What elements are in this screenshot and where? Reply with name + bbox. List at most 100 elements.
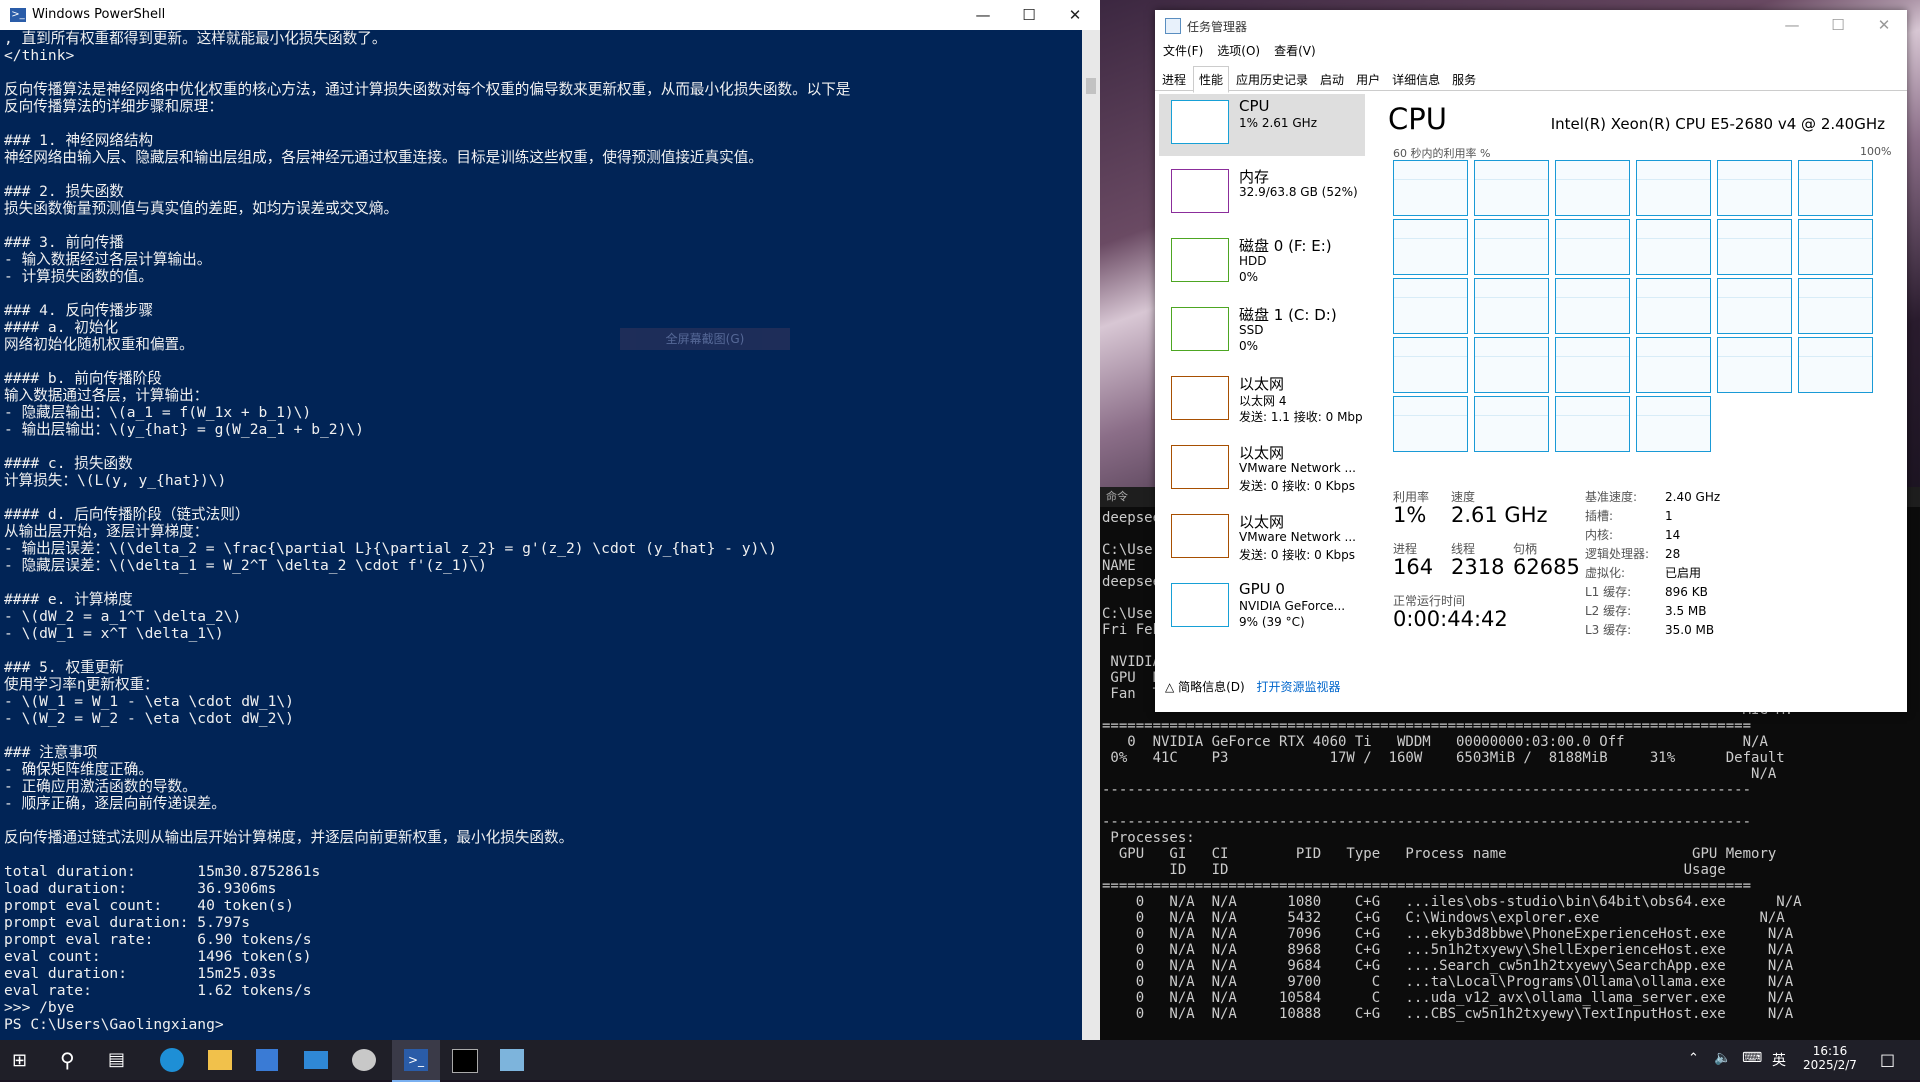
core-graph — [1717, 278, 1792, 334]
close-button[interactable]: ✕ — [1861, 10, 1907, 40]
powershell-titlebar[interactable]: >_ Windows PowerShell — ☐ ✕ — [0, 0, 1100, 30]
speed-value: 2.61 GHz — [1451, 503, 1548, 527]
chevron-up-icon[interactable]: ⌃ — [1688, 1051, 1699, 1066]
keyboard-icon[interactable]: ⌨ — [1742, 1050, 1762, 1066]
core-graph — [1393, 278, 1468, 334]
file-explorer-icon[interactable] — [208, 1050, 232, 1070]
core-graph — [1474, 278, 1549, 334]
console-line: prompt eval rate: 6.90 tokens/s — [4, 931, 312, 948]
resource-item[interactable]: 磁盘 1 (C: D:) SSD 0% — [1159, 301, 1365, 363]
clock[interactable]: 16:16 2025/2/7 — [1800, 1044, 1860, 1072]
close-button[interactable]: ✕ — [1052, 0, 1098, 30]
resource-item[interactable]: CPU 1% 2.61 GHz — [1159, 94, 1365, 156]
console-line: - \(dW_1 = x^T \delta_1\) — [4, 625, 224, 642]
tab-4[interactable]: 用户 — [1351, 67, 1385, 92]
task-manager-titlebar[interactable]: 任务管理器 — ☐ ✕ — [1155, 10, 1907, 40]
detail-value: 28 — [1665, 547, 1681, 561]
resource-thumbnail-graph — [1171, 445, 1229, 489]
tab-3[interactable]: 启动 — [1315, 67, 1349, 92]
cmd-line: 0 N/A N/A 1080 C+G ...iles\obs-studio\bi… — [1102, 894, 1802, 910]
footer: △ 简略信息(D) 打开资源监视器 — [1165, 678, 1341, 695]
minimize-button[interactable]: — — [960, 0, 1006, 30]
resource-item[interactable]: 以太网 VMware Network ... 发送: 0 接收: 0 Kbps — [1159, 439, 1365, 501]
minimize-button[interactable]: — — [1769, 10, 1815, 40]
obs-icon[interactable] — [352, 1049, 376, 1071]
ime-indicator[interactable]: 英 — [1772, 1050, 1786, 1070]
tab-0[interactable]: 进程 — [1157, 67, 1191, 92]
task-view-icon[interactable]: ▤ — [108, 1049, 125, 1070]
uptime-value: 0:00:44:42 — [1393, 607, 1508, 631]
tab-6[interactable]: 服务 — [1447, 67, 1481, 92]
store-icon[interactable] — [256, 1049, 278, 1071]
maximize-button[interactable]: ☐ — [1815, 10, 1861, 40]
thread-value: 2318 — [1451, 555, 1505, 579]
console-line: total duration: 15m30.8752861s — [4, 863, 321, 880]
core-graph — [1393, 396, 1468, 452]
tab-1[interactable]: 性能 — [1193, 66, 1230, 93]
resource-name: 以太网 — [1239, 513, 1285, 531]
core-graph — [1474, 396, 1549, 452]
cmd-icon[interactable] — [452, 1049, 478, 1073]
core-graph — [1636, 337, 1711, 393]
brief-info-button[interactable]: 简略信息(D) — [1178, 680, 1245, 694]
resource-item[interactable]: GPU 0 NVIDIA GeForce... 9% (39 °C) — [1159, 577, 1365, 639]
notification-icon[interactable]: □ — [1880, 1050, 1895, 1069]
core-graph — [1798, 160, 1873, 216]
mail-icon[interactable] — [304, 1051, 328, 1069]
console-line: ### 1. 神经网络结构 — [4, 132, 154, 149]
console-line: 反向传播通过链式法则从输出层开始计算梯度，并逐层向前更新权重，最小化损失函数。 — [4, 829, 574, 846]
resource-item[interactable]: 以太网 VMware Network ... 发送: 0 接收: 0 Kbps — [1159, 508, 1365, 570]
maximize-button[interactable]: ☐ — [1006, 0, 1052, 30]
menu-item[interactable]: 文件(F) — [1163, 44, 1203, 58]
util-value: 1% — [1393, 503, 1427, 527]
core-graph — [1798, 337, 1873, 393]
resource-monitor-link[interactable]: 打开资源监视器 — [1257, 680, 1341, 694]
scrollbar-thumb[interactable] — [1086, 78, 1096, 94]
resource-sub1: HDD — [1239, 254, 1267, 268]
tab-2[interactable]: 应用历史记录 — [1231, 67, 1313, 92]
cpu-model: Intel(R) Xeon(R) CPU E5-2680 v4 @ 2.40GH… — [1550, 115, 1885, 133]
powershell-window[interactable]: >_ Windows PowerShell — ☐ ✕ , 直到所有权重都得到更… — [0, 0, 1100, 1040]
detail-key: 逻辑处理器: — [1585, 547, 1650, 561]
detail-row: 基准速度: 2.40 GHz — [1585, 488, 1720, 505]
vertical-scrollbar[interactable] — [1082, 30, 1100, 1040]
console-output[interactable]: , 直到所有权重都得到更新。这样就能最小化损失函数了。 </think> 反向传播… — [4, 30, 1080, 1040]
chevron-up-icon[interactable]: △ — [1165, 680, 1174, 694]
detail-value: 896 KB — [1665, 585, 1708, 599]
tab-bar: 进程 性能 应用历史记录 启动 用户 详细信息 服务 — [1155, 66, 1907, 93]
tab-5[interactable]: 详细信息 — [1387, 67, 1445, 92]
resource-item[interactable]: 以太网 以太网 4 发送: 1.1 接收: 0 Mbp — [1159, 370, 1365, 432]
task-manager-icon[interactable] — [500, 1049, 524, 1071]
resource-item[interactable]: 内存 32.9/63.8 GB (52%) — [1159, 163, 1365, 225]
cmd-line — [1102, 798, 1918, 814]
core-graph-grid[interactable] — [1393, 160, 1883, 460]
core-graph — [1555, 396, 1630, 452]
resource-item[interactable]: 磁盘 0 (F: E:) HDD 0% — [1159, 232, 1365, 294]
detail-value: 1 — [1665, 509, 1673, 523]
cmd-line: ----------------------------------------… — [1102, 782, 1752, 798]
edge-icon[interactable] — [160, 1048, 184, 1072]
core-graph — [1555, 160, 1630, 216]
console-line: prompt eval duration: 5.797s — [4, 914, 251, 931]
task-manager-window[interactable]: 任务管理器 — ☐ ✕ 文件(F) 选项(O) 查看(V) 进程 性能 应用历史记录 启动… — [1155, 10, 1907, 712]
detail-value: 14 — [1665, 528, 1681, 542]
console-line: - 计算损失函数的值。 — [4, 268, 153, 285]
menu-item[interactable]: 选项(O) — [1217, 44, 1260, 58]
cmd-line: ----------------------------------------… — [1102, 814, 1752, 830]
start-button[interactable]: ⊞ — [12, 1050, 27, 1071]
menu-item[interactable]: 查看(V) — [1274, 44, 1316, 58]
detail-value: 3.5 MB — [1665, 604, 1707, 618]
powershell-taskbar-button[interactable]: >_ — [392, 1040, 440, 1082]
volume-icon[interactable]: 🔈 — [1714, 1050, 1731, 1066]
core-graph — [1798, 219, 1873, 275]
console-line: - \(dW_2 = a_1^T \delta_2\) — [4, 608, 242, 625]
search-icon[interactable]: ⚲ — [60, 1048, 75, 1072]
console-line: - 顺序正确，逐层向前传递误差。 — [4, 795, 226, 812]
